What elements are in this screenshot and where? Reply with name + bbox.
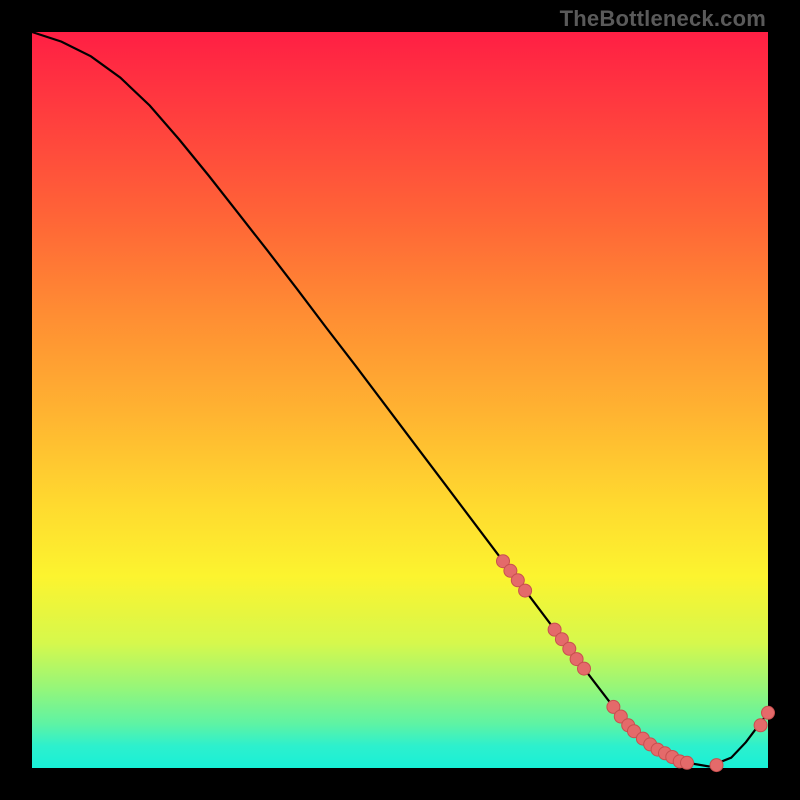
curve-line: [32, 32, 768, 767]
data-marker: [754, 719, 767, 732]
data-marker: [710, 759, 723, 772]
chart-plot: [32, 32, 768, 768]
data-marker: [519, 584, 532, 597]
data-marker: [762, 706, 775, 719]
data-marker: [578, 662, 591, 675]
data-marker: [681, 756, 694, 769]
watermark-text: TheBottleneck.com: [560, 6, 766, 32]
chart-frame: [32, 32, 768, 768]
data-markers: [497, 555, 775, 772]
